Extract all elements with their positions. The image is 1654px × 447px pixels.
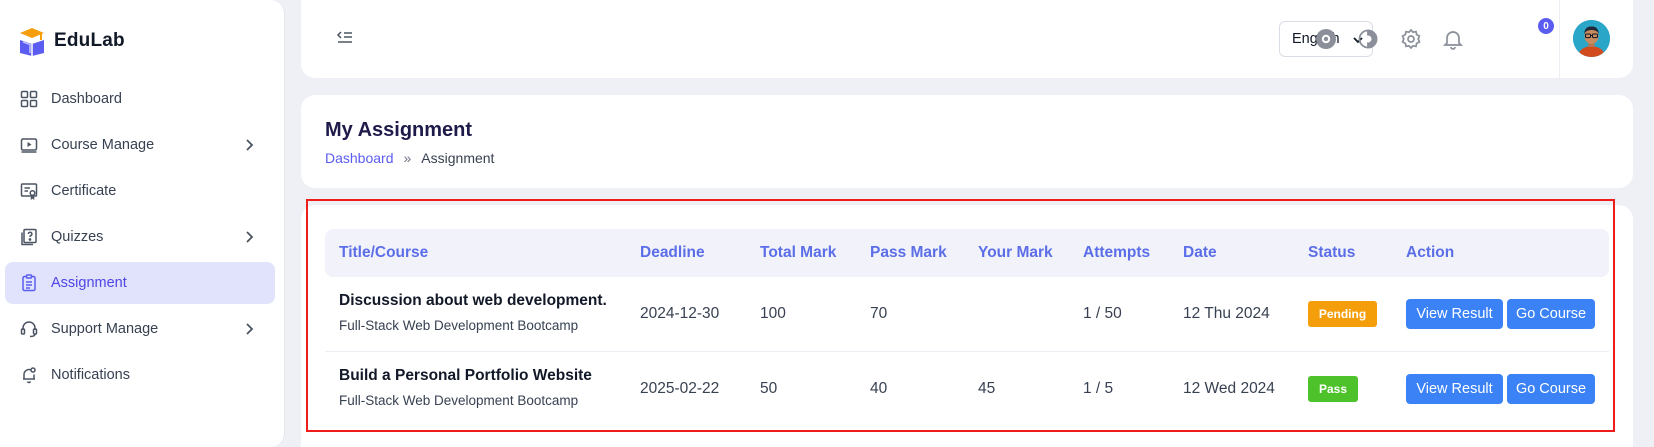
sidebar-item-certificate[interactable]: Certificate — [5, 170, 275, 212]
sidebar-item-label: Certificate — [51, 183, 117, 199]
status-badge: Pass — [1308, 376, 1358, 402]
attempts-cell: 1 / 5 — [1083, 380, 1114, 397]
clipboard-icon — [19, 273, 39, 293]
headset-icon — [19, 319, 39, 339]
pass-mark-cell: 70 — [870, 305, 888, 322]
column-header-title-course: Title/Course — [339, 244, 429, 261]
notification-count-badge: 0 — [1538, 18, 1554, 34]
page-title: My Assignment — [325, 119, 473, 141]
assignment-course: Full-Stack Web Development Bootcamp — [339, 393, 579, 408]
gear-icon[interactable] — [1399, 27, 1423, 51]
sidebar-item-quizzes[interactable]: Quizzes — [5, 216, 275, 258]
sidebar-item-assignment[interactable]: Assignment — [5, 262, 275, 304]
certificate-icon — [19, 181, 39, 201]
total-mark-cell: 100 — [760, 305, 786, 322]
column-header-status: Status — [1308, 244, 1356, 261]
breadcrumb-current: Assignment — [421, 150, 495, 166]
topbar-divider — [1559, 0, 1560, 78]
topbar: English 0 — [301, 0, 1633, 78]
column-header-pass-mark: Pass Mark — [870, 244, 947, 261]
sidebar-item-label: Course Manage — [51, 137, 155, 153]
theme-toggle-icon[interactable] — [1356, 27, 1380, 51]
sidebar-nav: Dashboard Course Manage Certificate Quiz… — [5, 78, 275, 400]
deadline-cell: 2025-02-22 — [640, 380, 720, 397]
go-course-button[interactable]: Go Course — [1507, 299, 1595, 329]
assignment-title: Discussion about web development. — [339, 292, 607, 309]
breadcrumb-separator: » — [403, 150, 412, 166]
user-avatar[interactable] — [1573, 20, 1610, 57]
sidebar-item-label: Quizzes — [51, 229, 104, 245]
sidebar-item-label: Support Manage — [51, 321, 159, 337]
date-cell: 12 Thu 2024 — [1183, 305, 1270, 322]
sidebar: EduLab Dashboard Course Manage Certifica… — [0, 0, 285, 447]
deadline-cell: 2024-12-30 — [640, 305, 720, 322]
breadcrumb: Dashboard » Assignment — [325, 150, 494, 166]
eye-icon[interactable] — [1314, 27, 1338, 51]
grid-icon — [19, 89, 39, 109]
sidebar-item-label: Assignment — [51, 275, 127, 291]
assignment-title: Build a Personal Portfolio Website — [339, 367, 592, 384]
brand-name: EduLab — [54, 30, 125, 51]
pass-mark-cell: 40 — [870, 380, 888, 397]
bell-icon — [19, 365, 39, 385]
go-course-button[interactable]: Go Course — [1507, 374, 1595, 404]
row-divider — [325, 351, 1609, 352]
date-cell: 12 Wed 2024 — [1183, 380, 1275, 397]
view-result-button[interactable]: View Result — [1406, 374, 1503, 404]
column-header-date: Date — [1183, 244, 1217, 261]
your-mark-cell: 45 — [978, 380, 996, 397]
status-badge: Pending — [1308, 301, 1377, 327]
chevron-right-icon — [241, 137, 257, 153]
video-icon — [19, 135, 39, 155]
column-header-attempts: Attempts — [1083, 244, 1151, 261]
breadcrumb-link-dashboard[interactable]: Dashboard — [325, 150, 394, 166]
sidebar-item-course-manage[interactable]: Course Manage — [5, 124, 275, 166]
brand[interactable]: EduLab — [18, 24, 125, 58]
column-header-total-mark: Total Mark — [760, 244, 837, 261]
sidebar-item-notifications[interactable]: Notifications — [5, 354, 275, 396]
quiz-icon — [19, 227, 39, 247]
column-header-your-mark: Your Mark — [978, 244, 1053, 261]
total-mark-cell: 50 — [760, 380, 778, 397]
assignment-course: Full-Stack Web Development Bootcamp — [339, 318, 579, 333]
sidebar-item-dashboard[interactable]: Dashboard — [5, 78, 275, 120]
sidebar-item-support-manage[interactable]: Support Manage — [5, 308, 275, 350]
view-result-button[interactable]: View Result — [1406, 299, 1503, 329]
column-header-deadline: Deadline — [640, 244, 705, 261]
notification-bell-icon[interactable] — [1441, 27, 1465, 51]
sidebar-item-label: Notifications — [51, 367, 130, 383]
page-header-card: My Assignment Dashboard » Assignment — [301, 95, 1633, 188]
chevron-right-icon — [241, 229, 257, 245]
sidebar-item-label: Dashboard — [51, 91, 122, 107]
graduation-book-logo-icon — [18, 26, 46, 56]
collapse-menu-icon[interactable] — [334, 27, 356, 49]
attempts-cell: 1 / 50 — [1083, 305, 1122, 322]
chevron-right-icon — [241, 321, 257, 337]
column-header-action: Action — [1406, 244, 1455, 261]
